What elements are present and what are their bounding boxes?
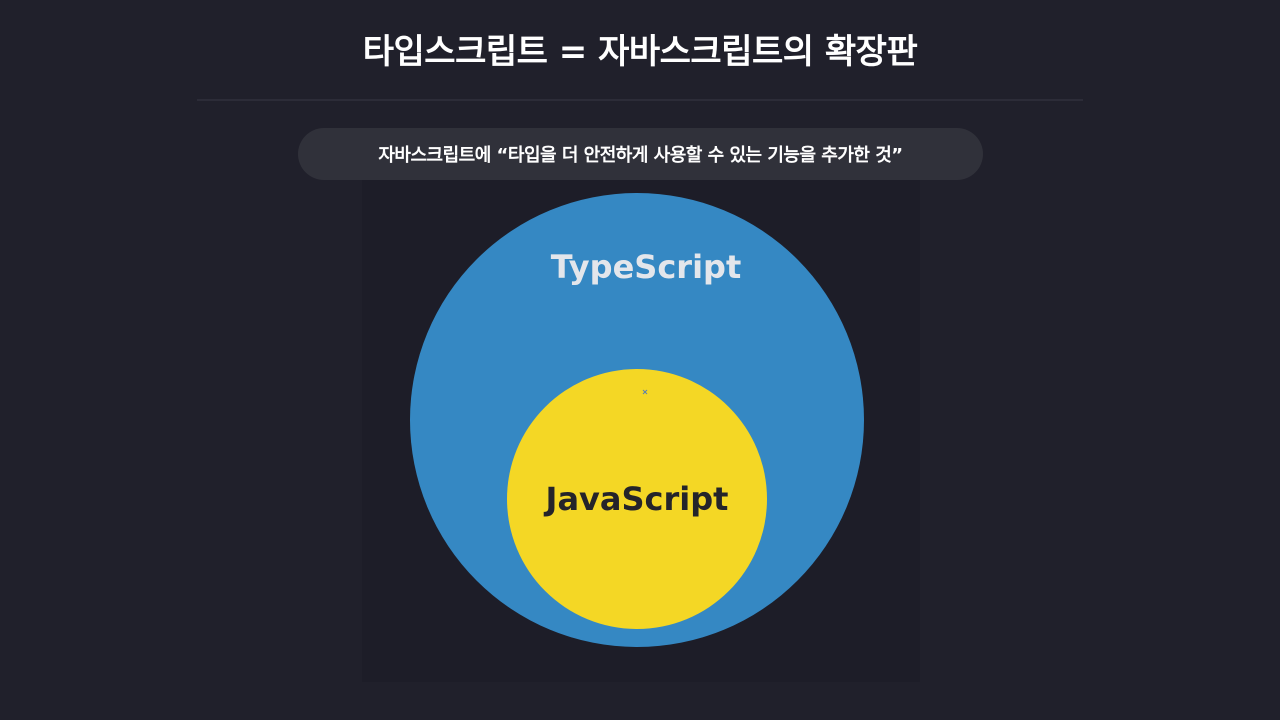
- superset-diagram: TypeScript JavaScript: [410, 193, 864, 647]
- javascript-label: JavaScript: [544, 480, 729, 518]
- typescript-label: TypeScript: [551, 248, 741, 286]
